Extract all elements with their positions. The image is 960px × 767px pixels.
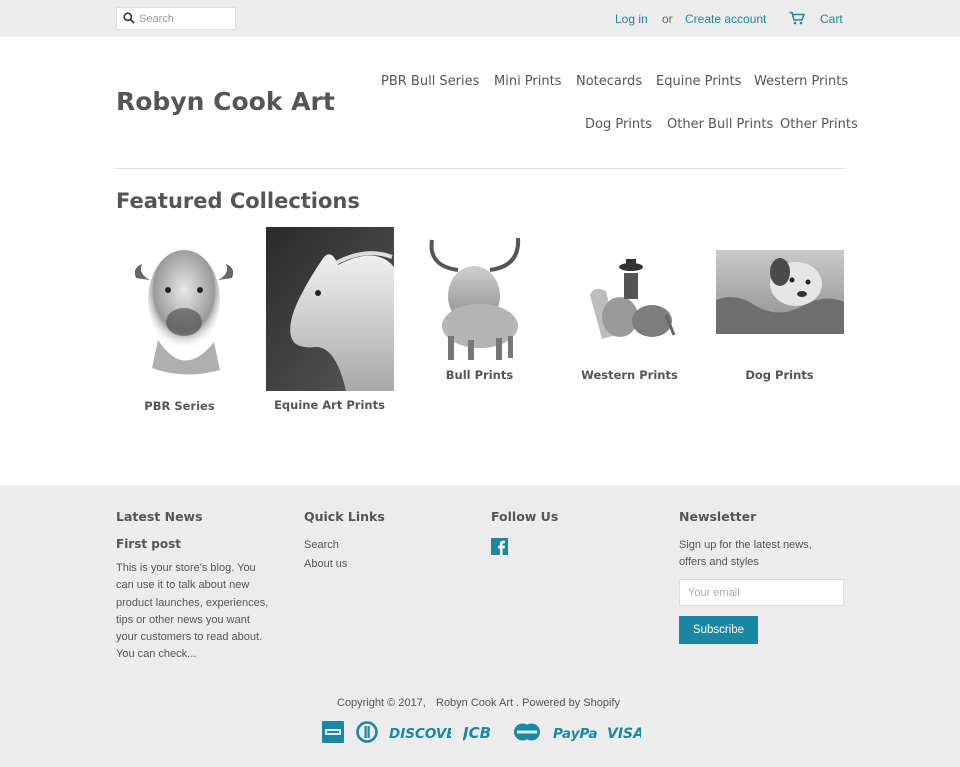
jcb-icon: JCB — [463, 724, 491, 742]
login-link[interactable]: Log in — [615, 12, 648, 26]
footer-about-link[interactable]: About us — [304, 558, 347, 570]
western-prints-label[interactable]: Western Prints — [566, 368, 693, 382]
newsletter-heading: Newsletter — [679, 509, 757, 524]
equine-art-prints-label[interactable]: Equine Art Prints — [266, 398, 393, 412]
news-excerpt: This is your store's blog. You can use i… — [116, 562, 269, 661]
cart-link[interactable]: Cart — [820, 12, 843, 26]
copyright-text: Copyright © 2017, — [337, 697, 426, 709]
nav-mini-prints[interactable]: Mini Prints — [494, 74, 562, 89]
powered-by-shopify[interactable]: . Powered by Shopify — [516, 697, 620, 709]
nav-pbr-bull-series[interactable]: PBR Bull Series — [381, 74, 479, 89]
nav-equine-prints[interactable]: Equine Prints — [656, 74, 741, 89]
american-express-icon — [322, 721, 344, 743]
search-box[interactable] — [116, 7, 236, 30]
create-account-link[interactable]: Create account — [685, 12, 766, 26]
search-input[interactable] — [139, 10, 233, 27]
subscribe-button[interactable]: Subscribe — [679, 616, 758, 644]
nav-dog-prints[interactable]: Dog Prints — [585, 117, 652, 132]
footer-search-link[interactable]: Search — [304, 539, 339, 551]
follow-us-heading: Follow Us — [491, 509, 559, 524]
featured-collections-title: Featured Collections — [116, 189, 360, 213]
nav-western-prints[interactable]: Western Prints — [754, 74, 848, 89]
site-logo[interactable]: Robyn Cook Art — [116, 87, 335, 116]
latest-news-heading: Latest News — [116, 509, 203, 524]
mastercard-icon — [514, 723, 540, 741]
dog-prints-label[interactable]: Dog Prints — [716, 368, 843, 382]
diners-club-icon — [356, 721, 378, 743]
pbr-series-image[interactable] — [128, 240, 240, 380]
top-bar: Log in or Create account Cart — [0, 0, 960, 37]
jcb-text: JCB — [463, 724, 491, 742]
paypal-text: PayPal — [553, 726, 597, 742]
facebook-icon[interactable] — [491, 538, 508, 555]
visa-text: VISA — [607, 726, 641, 742]
equine-art-prints-image[interactable] — [266, 227, 394, 391]
first-post-link[interactable]: First post — [116, 537, 181, 551]
bull-prints-image[interactable] — [418, 236, 526, 362]
store-link[interactable]: Robyn Cook Art — [436, 697, 513, 709]
discover-icon: DISCOVER — [389, 726, 451, 742]
header-divider — [116, 168, 844, 169]
bull-prints-label[interactable]: Bull Prints — [416, 368, 543, 382]
search-icon — [123, 12, 135, 24]
newsletter-text: Sign up for the latest news, offers and … — [679, 539, 812, 569]
western-prints-image[interactable] — [580, 255, 676, 341]
visa-icon: VISA — [607, 726, 641, 742]
cart-icon[interactable] — [789, 11, 805, 25]
paypal-icon: PayPal — [553, 726, 597, 742]
nav-other-bull-prints[interactable]: Other Bull Prints — [667, 117, 773, 132]
pbr-series-label[interactable]: PBR Series — [116, 399, 243, 413]
discover-text: DISCOVER — [389, 726, 451, 742]
quick-links-heading: Quick Links — [304, 509, 385, 524]
or-text: or — [662, 12, 673, 26]
dog-prints-image[interactable] — [716, 250, 844, 334]
nav-notecards[interactable]: Notecards — [576, 74, 642, 89]
nav-other-prints[interactable]: Other Prints — [780, 117, 858, 132]
email-field[interactable] — [679, 579, 844, 606]
